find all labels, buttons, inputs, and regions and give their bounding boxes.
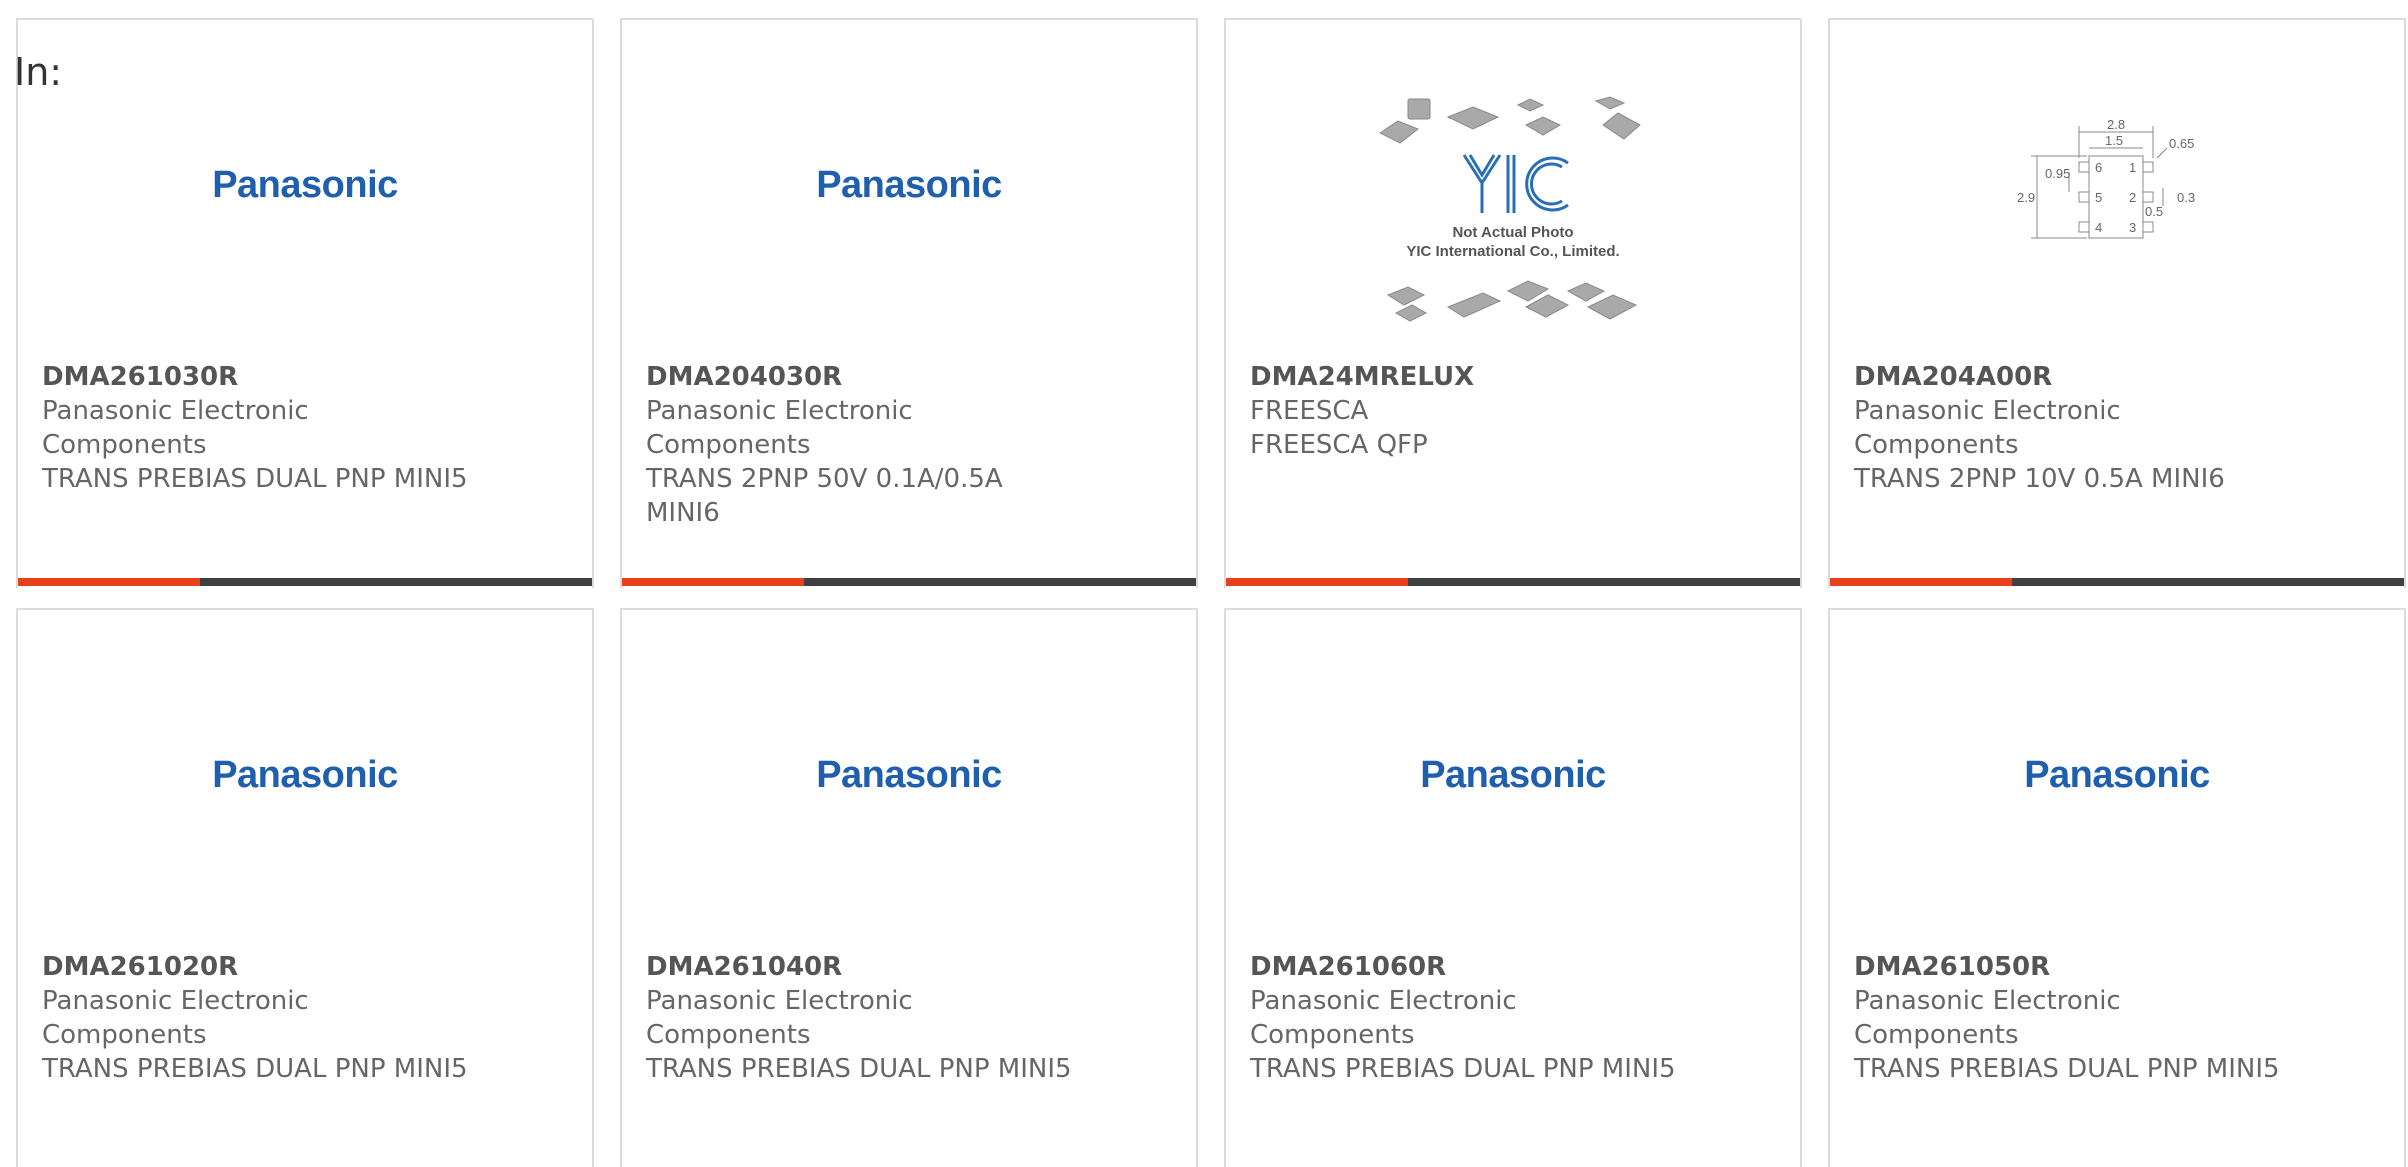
product-image: Panasonic	[18, 20, 592, 350]
manufacturer: Panasonic Electronic Components	[1250, 986, 1517, 1050]
dim-d: 0.95	[2045, 166, 2070, 181]
card-accent	[1226, 578, 1408, 586]
product-info: DMA204A00R Panasonic Electronic Componen…	[1854, 360, 2384, 496]
part-number[interactable]: DMA204A00R	[1854, 360, 2384, 394]
ic-chips-icon	[1379, 96, 1641, 322]
product-image: Panasonic	[622, 610, 1196, 940]
page: Panasonic DMA261030R Panasonic Electroni…	[0, 0, 2408, 1167]
filter-label: In:	[14, 50, 63, 94]
panasonic-logo: Panasonic	[212, 163, 398, 206]
pin-label: 2	[2129, 190, 2136, 205]
product-card[interactable]: Panasonic DMA204030R Panasonic Electroni…	[620, 18, 1198, 588]
dim-e: 2.9	[2017, 190, 2035, 205]
product-info: DMA261030R Panasonic Electronic Componen…	[42, 360, 572, 496]
dim-a: 2.8	[2107, 118, 2125, 132]
part-number[interactable]: DMA261030R	[42, 360, 572, 394]
manufacturer: Panasonic Electronic Components	[42, 986, 309, 1050]
part-number[interactable]: DMA204030R	[646, 360, 1176, 394]
part-number[interactable]: DMA261040R	[646, 950, 1176, 984]
card-bottom-bar	[622, 578, 1196, 586]
yic-caption: Not Actual Photo YIC International Co., …	[1406, 224, 1620, 260]
card-bottom-bar	[1830, 578, 2404, 586]
panasonic-logo: Panasonic	[212, 753, 398, 796]
package-drawing: 2.8 1.5 0.65 0.95 2.9 0.3 0.5 6 1 5 2 4 …	[2017, 117, 2217, 262]
card-accent	[1830, 578, 2012, 586]
product-info: DMA261050R Panasonic Electronic Componen…	[1854, 950, 2384, 1086]
product-info: DMA261060R Panasonic Electronic Componen…	[1250, 950, 1780, 1086]
part-number[interactable]: DMA24MRELUX	[1250, 360, 1780, 394]
description: TRANS 2PNP 10V 0.5A MINI6	[1854, 464, 2225, 494]
product-card[interactable]: Panasonic DMA261040R Panasonic Electroni…	[620, 608, 1198, 1167]
description: TRANS PREBIAS DUAL PNP MINI5	[1250, 1054, 1676, 1084]
dim-g: 0.5	[2145, 204, 2163, 219]
product-image: Panasonic	[622, 20, 1196, 350]
dim-c: 0.65	[2169, 136, 2194, 151]
manufacturer: Panasonic Electronic Components	[1854, 396, 2121, 460]
product-image: Not Actual Photo YIC International Co., …	[1226, 20, 1800, 350]
package-dimension-icon: 2.8 1.5 0.65 0.95 2.9 0.3 0.5 6 1 5 2 4 …	[2017, 117, 2195, 239]
product-image: Panasonic	[1830, 610, 2404, 940]
product-image: 2.8 1.5 0.65 0.95 2.9 0.3 0.5 6 1 5 2 4 …	[1830, 20, 2404, 350]
product-info: DMA24MRELUX FREESCA FREESCA QFP	[1250, 360, 1780, 462]
panasonic-logo: Panasonic	[816, 163, 1002, 206]
product-card[interactable]: Not Actual Photo YIC International Co., …	[1224, 18, 1802, 588]
product-card[interactable]: Panasonic DMA261050R Panasonic Electroni…	[1828, 608, 2406, 1167]
product-info: DMA261020R Panasonic Electronic Componen…	[42, 950, 572, 1086]
card-bottom-bar	[18, 578, 592, 586]
card-accent	[622, 578, 804, 586]
pin-label: 5	[2095, 190, 2102, 205]
manufacturer: FREESCA	[1250, 396, 1369, 426]
product-image: Panasonic	[18, 610, 592, 940]
pin-label: 6	[2095, 160, 2102, 175]
product-card[interactable]: Panasonic DMA261020R Panasonic Electroni…	[16, 608, 594, 1167]
manufacturer: Panasonic Electronic Components	[646, 986, 913, 1050]
product-card[interactable]: 2.8 1.5 0.65 0.95 2.9 0.3 0.5 6 1 5 2 4 …	[1828, 18, 2406, 588]
part-number[interactable]: DMA261050R	[1854, 950, 2384, 984]
part-number[interactable]: DMA261060R	[1250, 950, 1780, 984]
product-info: DMA261040R Panasonic Electronic Componen…	[646, 950, 1176, 1086]
yic-placeholder-image: Not Actual Photo YIC International Co., …	[1378, 95, 1648, 335]
product-grid: Panasonic DMA261030R Panasonic Electroni…	[16, 18, 2406, 1167]
description: TRANS 2PNP 50V 0.1A/0.5A MINI6	[646, 464, 1003, 528]
panasonic-logo: Panasonic	[2024, 753, 2210, 796]
part-number[interactable]: DMA261020R	[42, 950, 572, 984]
description: TRANS PREBIAS DUAL PNP MINI5	[1854, 1054, 2280, 1084]
pin-label: 3	[2129, 220, 2136, 235]
description: TRANS PREBIAS DUAL PNP MINI5	[42, 1054, 468, 1084]
description: FREESCA QFP	[1250, 430, 1428, 460]
product-info: DMA204030R Panasonic Electronic Componen…	[646, 360, 1176, 530]
panasonic-logo: Panasonic	[1420, 753, 1606, 796]
card-accent	[18, 578, 200, 586]
dim-f: 0.3	[2177, 190, 2195, 205]
manufacturer: Panasonic Electronic Components	[1854, 986, 2121, 1050]
pin-label: 4	[2095, 220, 2102, 235]
product-card[interactable]: Panasonic DMA261060R Panasonic Electroni…	[1224, 608, 1802, 1167]
description: TRANS PREBIAS DUAL PNP MINI5	[646, 1054, 1072, 1084]
panasonic-logo: Panasonic	[816, 753, 1002, 796]
card-bottom-bar	[1226, 578, 1800, 586]
product-image: Panasonic	[1226, 610, 1800, 940]
manufacturer: Panasonic Electronic Components	[42, 396, 309, 460]
manufacturer: Panasonic Electronic Components	[646, 396, 913, 460]
description: TRANS PREBIAS DUAL PNP MINI5	[42, 464, 468, 494]
product-card[interactable]: Panasonic DMA261030R Panasonic Electroni…	[16, 18, 594, 588]
dim-b: 1.5	[2105, 133, 2123, 148]
pin-label: 1	[2129, 160, 2136, 175]
